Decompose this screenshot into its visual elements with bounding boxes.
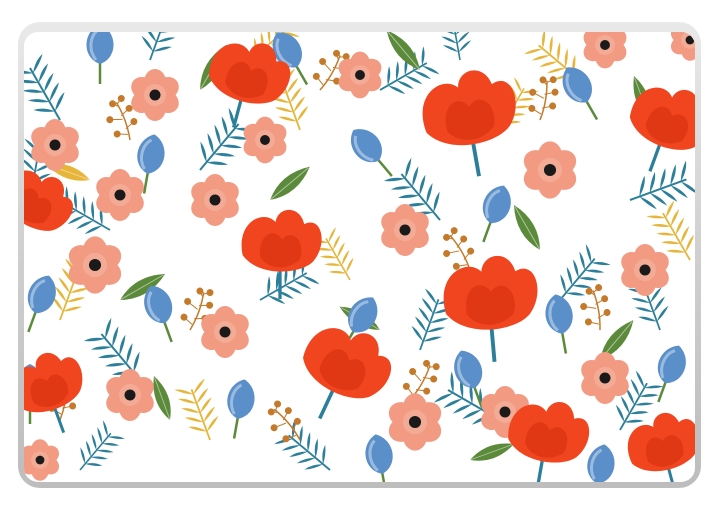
flower-center — [88, 258, 102, 272]
sprig-leaf — [151, 0, 170, 14]
sprig-leaf — [148, 8, 167, 24]
flower-center — [114, 189, 126, 201]
flower-center — [124, 389, 136, 401]
sprig-leaf — [451, 6, 467, 18]
sprig-leaf — [437, 8, 453, 20]
flower-center — [355, 70, 365, 80]
laptop-skin-illustration — [0, 0, 718, 506]
flower-center — [408, 415, 422, 429]
sprig-leaf — [167, 4, 186, 20]
flower-center — [260, 135, 270, 145]
flower-center — [600, 40, 610, 50]
flower-center — [219, 326, 231, 338]
flower-center — [149, 89, 161, 101]
flower-center — [209, 194, 221, 206]
flower-center — [35, 455, 45, 465]
flower-center — [399, 224, 411, 236]
flower-center — [499, 406, 511, 418]
flower-center — [49, 139, 61, 151]
flower-center — [639, 264, 651, 276]
poppy-inner — [259, 233, 302, 268]
flower-center — [599, 372, 611, 384]
flower-center — [543, 163, 557, 177]
floral-pattern-artwork — [18, 0, 701, 488]
